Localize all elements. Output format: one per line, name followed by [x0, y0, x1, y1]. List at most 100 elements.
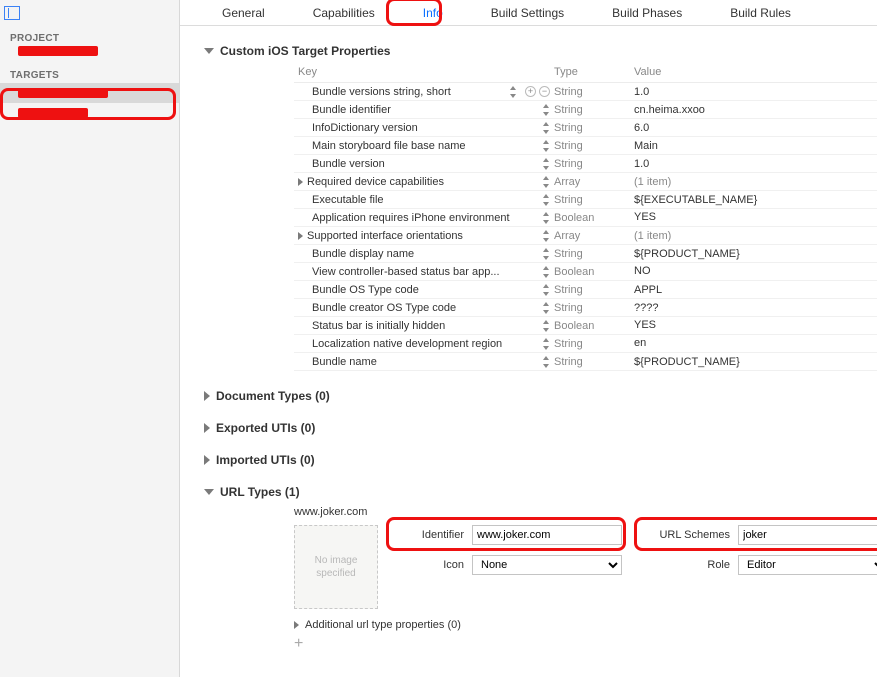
key-stepper-icon[interactable]	[543, 301, 550, 315]
section-document-types[interactable]: Document Types (0)	[204, 389, 857, 403]
plist-row[interactable]: Bundle versionString1.0	[294, 155, 877, 173]
tab-bar: General Capabilities Info Build Settings…	[180, 0, 877, 26]
url-type-icon-dropzone[interactable]: No image specified	[294, 525, 378, 609]
icon-select[interactable]: None	[472, 555, 622, 575]
sidebar-project-label: PROJECT	[10, 33, 179, 44]
plist-value[interactable]: ${PRODUCT_NAME}	[634, 356, 877, 368]
key-stepper-icon[interactable]	[543, 247, 550, 261]
plist-type: String	[554, 194, 634, 206]
key-stepper-icon[interactable]	[543, 319, 550, 333]
plist-value[interactable]: ${EXECUTABLE_NAME}	[634, 194, 877, 206]
key-stepper-icon[interactable]	[543, 121, 550, 135]
plist-row[interactable]: Bundle identifierStringcn.heima.xxoo	[294, 101, 877, 119]
section-url-types[interactable]: URL Types (1)	[204, 485, 857, 499]
tab-general[interactable]: General	[216, 2, 271, 24]
section-imported-utis[interactable]: Imported UTIs (0)	[204, 453, 857, 467]
plist-type: String	[554, 356, 634, 368]
plist-key: Bundle name	[312, 356, 377, 368]
url-type-name: www.joker.com	[294, 506, 367, 518]
url-schemes-label: URL Schemes	[640, 529, 730, 541]
plist-key: View controller-based status bar app...	[312, 266, 500, 278]
section-exported-utis[interactable]: Exported UTIs (0)	[204, 421, 857, 435]
section-title: URL Types (1)	[220, 485, 300, 499]
additional-label: Additional url type properties (0)	[305, 619, 461, 631]
key-stepper-icon[interactable]	[543, 355, 550, 369]
plist-value[interactable]: NO	[634, 265, 877, 279]
plist-row[interactable]: Bundle versions string, short+−String1.0	[294, 83, 877, 101]
plist-value[interactable]: YES	[634, 211, 877, 225]
add-url-type-button[interactable]: +	[294, 637, 310, 653]
plist-key: Bundle display name	[312, 248, 414, 260]
plist-row[interactable]: Application requires iPhone environmentB…	[294, 209, 877, 227]
plist-row[interactable]: Bundle creator OS Type codeString????	[294, 299, 877, 317]
plist-value[interactable]: ????	[634, 302, 877, 314]
plist-value[interactable]: (1 item)	[634, 230, 877, 242]
tab-build-phases[interactable]: Build Phases	[606, 2, 688, 24]
redacted-project-name	[18, 46, 98, 56]
plist-value[interactable]: YES	[634, 319, 877, 333]
plist-row[interactable]: Supported interface orientationsArray(1 …	[294, 227, 877, 245]
key-stepper-icon[interactable]	[543, 193, 550, 207]
plist-key: Status bar is initially hidden	[312, 320, 445, 332]
plist-row[interactable]: Required device capabilitiesArray(1 item…	[294, 173, 877, 191]
disclosure-right-icon[interactable]	[298, 232, 303, 240]
plist-key: Bundle identifier	[312, 104, 391, 116]
key-stepper-icon[interactable]	[543, 103, 550, 117]
key-stepper-icon[interactable]	[543, 175, 550, 189]
key-stepper-icon[interactable]	[510, 85, 517, 99]
plist-type: String	[554, 338, 634, 350]
tab-build-rules[interactable]: Build Rules	[724, 2, 797, 24]
plist-key: Supported interface orientations	[307, 230, 463, 242]
plist-row[interactable]: Localization native development regionSt…	[294, 335, 877, 353]
main-panel: General Capabilities Info Build Settings…	[180, 0, 877, 677]
plist-value[interactable]: 1.0	[634, 86, 877, 98]
url-type-entry: www.joker.com × No image specified Ident…	[294, 505, 877, 653]
key-stepper-icon[interactable]	[543, 139, 550, 153]
plist-row[interactable]: Status bar is initially hiddenBooleanYES	[294, 317, 877, 335]
plist-value[interactable]: Main	[634, 140, 877, 152]
plist-row[interactable]: Main storyboard file base nameStringMain	[294, 137, 877, 155]
identifier-input[interactable]	[472, 525, 622, 545]
tab-info[interactable]: Info	[417, 2, 449, 24]
plist-value[interactable]: ${PRODUCT_NAME}	[634, 248, 877, 260]
disclosure-right-icon[interactable]	[298, 178, 303, 186]
key-stepper-icon[interactable]	[543, 157, 550, 171]
add-row-button[interactable]: +	[525, 86, 536, 97]
plist-key: Required device capabilities	[307, 176, 444, 188]
plist-value[interactable]: en	[634, 337, 877, 351]
key-stepper-icon[interactable]	[543, 211, 550, 225]
plist-row[interactable]: Bundle OS Type codeStringAPPL	[294, 281, 877, 299]
plist-row[interactable]: View controller-based status bar app...B…	[294, 263, 877, 281]
key-stepper-icon[interactable]	[543, 265, 550, 279]
plist-row[interactable]: Bundle display nameString${PRODUCT_NAME}	[294, 245, 877, 263]
sidebar-toggle-icon[interactable]	[4, 6, 20, 20]
key-stepper-icon[interactable]	[543, 283, 550, 297]
key-stepper-icon[interactable]	[543, 229, 550, 243]
plist-key: Executable file	[312, 194, 384, 206]
plist-value[interactable]: cn.heima.xxoo	[634, 104, 877, 116]
target-row[interactable]	[0, 103, 179, 123]
plist-row[interactable]: InfoDictionary versionString6.0	[294, 119, 877, 137]
plist-key: Bundle creator OS Type code	[312, 302, 456, 314]
plist-type: String	[554, 158, 634, 170]
plist-value[interactable]: APPL	[634, 284, 877, 296]
role-select[interactable]: Editor	[738, 555, 877, 575]
additional-url-props[interactable]: Additional url type properties (0)	[294, 619, 877, 631]
section-custom-props[interactable]: Custom iOS Target Properties	[204, 44, 857, 58]
plist-value[interactable]: 6.0	[634, 122, 877, 134]
identifier-label: Identifier	[394, 529, 464, 541]
plist-key: InfoDictionary version	[312, 122, 418, 134]
disclosure-right-icon	[204, 391, 210, 401]
remove-row-button[interactable]: −	[539, 86, 550, 97]
target-row[interactable]	[0, 83, 179, 103]
key-stepper-icon[interactable]	[543, 337, 550, 351]
plist-value[interactable]: 1.0	[634, 158, 877, 170]
tab-capabilities[interactable]: Capabilities	[307, 2, 381, 24]
tab-build-settings[interactable]: Build Settings	[485, 2, 570, 24]
col-header-key: Key	[294, 66, 554, 78]
plist-row[interactable]: Executable file String${EXECUTABLE_NAME}	[294, 191, 877, 209]
plist-key: Application requires iPhone environment	[312, 212, 510, 224]
plist-row[interactable]: Bundle name String${PRODUCT_NAME}	[294, 353, 877, 371]
url-schemes-input[interactable]	[738, 525, 877, 545]
plist-value[interactable]: (1 item)	[634, 176, 877, 188]
